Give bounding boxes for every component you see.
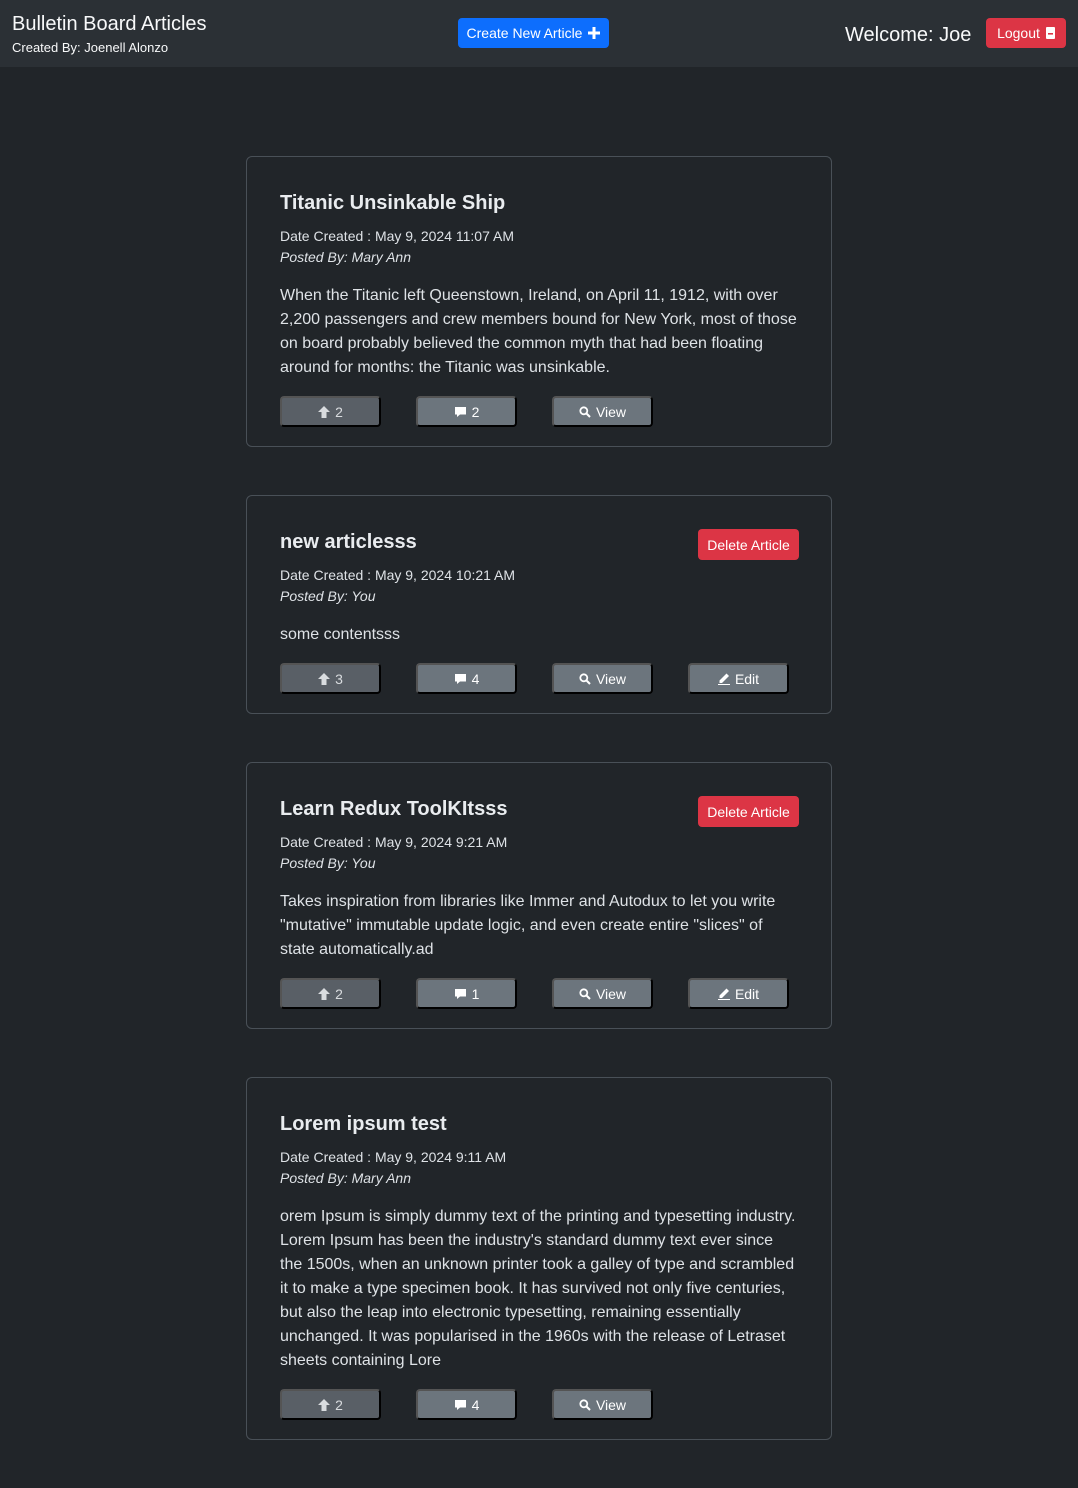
- app-subtitle: Created By: Joenell Alonzo: [12, 40, 169, 55]
- article-date: Date Created : May 9, 2024 10:21 AM: [280, 567, 516, 583]
- upvote-button[interactable]: 2: [280, 396, 381, 427]
- article-body: orem Ipsum is simply dummy text of the p…: [280, 1208, 796, 1369]
- upvote-count: 3: [335, 670, 343, 687]
- article-card: Delete Article Learn Redux ToolKItsss Da…: [246, 762, 832, 1029]
- chat-icon: [454, 988, 467, 1000]
- chat-icon: [454, 673, 467, 685]
- comments-button[interactable]: 2: [416, 396, 517, 427]
- comment-count: 2: [471, 403, 480, 420]
- upvote-button[interactable]: 3: [280, 663, 381, 694]
- comment-count: 4: [471, 1396, 480, 1413]
- view-button[interactable]: View: [552, 1389, 653, 1420]
- arrow-up-icon: [318, 405, 331, 418]
- search-icon: [579, 1398, 591, 1411]
- upvote-count: 2: [335, 1396, 343, 1413]
- comment-count: 1: [471, 985, 480, 1002]
- search-icon: [579, 405, 591, 418]
- search-icon: [579, 987, 591, 1000]
- article-author: Posted By: Mary Ann: [280, 1170, 411, 1186]
- navbar: Bulletin Board Articles Created By: Joen…: [0, 0, 1078, 67]
- article-actions: 2 4 View: [280, 1389, 799, 1420]
- article-date: Date Created : May 9, 2024 9:11 AM: [280, 1149, 507, 1165]
- upvote-count: 2: [335, 403, 343, 420]
- article-author: Posted By: Mary Ann: [280, 249, 411, 265]
- create-article-label: Create New Article: [466, 25, 583, 41]
- logout-label: Logout: [997, 25, 1040, 41]
- comments-button[interactable]: 1: [416, 978, 517, 1009]
- article-author: Posted By: You: [280, 588, 376, 604]
- article-actions: 2 1 View Edit: [280, 978, 799, 1009]
- chat-icon: [454, 406, 467, 418]
- comments-button[interactable]: 4: [416, 1389, 517, 1420]
- view-label: View: [595, 670, 627, 687]
- view-label: View: [595, 403, 627, 420]
- welcome-text: Welcome: Joe: [845, 24, 972, 46]
- view-label: View: [595, 1396, 627, 1413]
- article-actions: 3 4 View Edit: [280, 663, 799, 694]
- article-date: Date Created : May 9, 2024 11:07 AM: [280, 228, 514, 244]
- upvote-count: 2: [335, 985, 343, 1002]
- delete-article-button[interactable]: Delete Article: [698, 796, 799, 827]
- app-title: Bulletin Board Articles: [12, 13, 207, 35]
- article-title: Lorem ipsum test: [280, 1113, 447, 1135]
- arrow-up-icon: [318, 1398, 331, 1411]
- edit-label: Edit: [734, 670, 760, 687]
- edit-label: Edit: [734, 985, 760, 1002]
- article-body: When the Titanic left Queenstown, Irelan…: [280, 287, 797, 376]
- upvote-button[interactable]: 2: [280, 1389, 381, 1420]
- view-label: View: [595, 985, 627, 1002]
- chat-icon: [454, 1399, 467, 1411]
- upvote-button[interactable]: 2: [280, 978, 381, 1009]
- comments-button[interactable]: 4: [416, 663, 517, 694]
- view-button[interactable]: View: [552, 396, 653, 427]
- pencil-icon: [717, 988, 730, 1000]
- article-body: some contentsss: [280, 626, 401, 643]
- edit-button[interactable]: Edit: [688, 663, 789, 694]
- article-card: Lorem ipsum test Date Created : May 9, 2…: [246, 1077, 832, 1440]
- arrow-up-icon: [318, 672, 331, 685]
- brand: Bulletin Board Articles Created By: Joen…: [12, 12, 207, 56]
- edit-button[interactable]: Edit: [688, 978, 789, 1009]
- plus-icon: [588, 27, 601, 39]
- pencil-icon: [717, 673, 730, 685]
- comment-count: 4: [471, 670, 480, 687]
- article-title: Titanic Unsinkable Ship: [280, 192, 506, 214]
- article-card: Titanic Unsinkable Ship Date Created : M…: [246, 156, 832, 447]
- search-icon: [579, 672, 591, 685]
- view-button[interactable]: View: [552, 978, 653, 1009]
- article-date: Date Created : May 9, 2024 9:21 AM: [280, 834, 508, 850]
- create-article-button[interactable]: Create New Article: [458, 18, 609, 48]
- article-card: Delete Article new articlesss Date Creat…: [246, 495, 832, 714]
- view-button[interactable]: View: [552, 663, 653, 694]
- article-body: Takes inspiration from libraries like Im…: [280, 893, 776, 958]
- delete-article-button[interactable]: Delete Article: [698, 529, 799, 560]
- article-actions: 2 2 View: [280, 396, 799, 427]
- door-icon: [1045, 27, 1055, 39]
- arrow-up-icon: [318, 987, 331, 1000]
- logout-button[interactable]: Logout: [986, 18, 1066, 48]
- article-author: Posted By: You: [280, 855, 376, 871]
